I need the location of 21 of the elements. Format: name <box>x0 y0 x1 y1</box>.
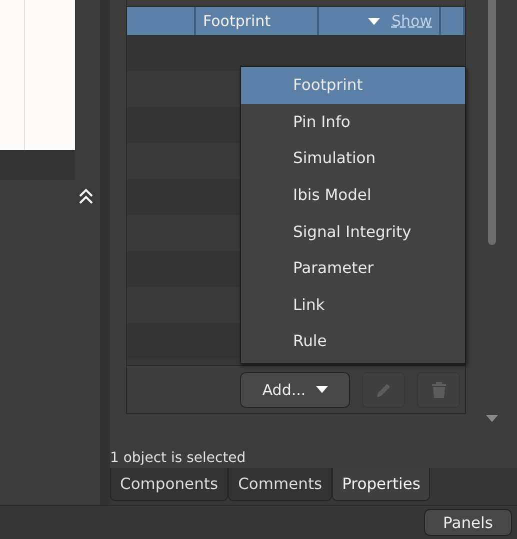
caret-icon[interactable] <box>368 18 380 24</box>
scrollbar-thumb[interactable] <box>488 0 496 245</box>
menu-item[interactable]: Pin Info <box>241 104 465 140</box>
menu-item[interactable]: Simulation <box>241 140 465 177</box>
menu-item[interactable]: Ibis Model <box>241 176 465 214</box>
trash-icon <box>430 380 446 398</box>
panel-tab[interactable]: Properties <box>332 468 430 501</box>
panels-button[interactable]: Panels <box>424 509 512 536</box>
menu-item[interactable]: Link <box>241 286 465 324</box>
model-type: Footprint <box>203 12 271 30</box>
add-button[interactable]: Add... <box>240 372 350 408</box>
menu-item[interactable]: Rule <box>241 323 465 360</box>
status-text: 1 object is selected <box>110 450 246 466</box>
panel-tab[interactable]: Components <box>110 468 228 501</box>
panel-tab[interactable]: Comments <box>228 468 332 501</box>
scroll-down-icon[interactable] <box>486 415 498 422</box>
model-row[interactable]: Footprint Show <box>127 7 465 35</box>
double-chevron-up-icon[interactable] <box>78 188 94 204</box>
menu-item[interactable]: Parameter <box>241 250 465 287</box>
menu-item[interactable]: Signal Integrity <box>241 213 465 250</box>
caret-icon <box>316 386 328 393</box>
